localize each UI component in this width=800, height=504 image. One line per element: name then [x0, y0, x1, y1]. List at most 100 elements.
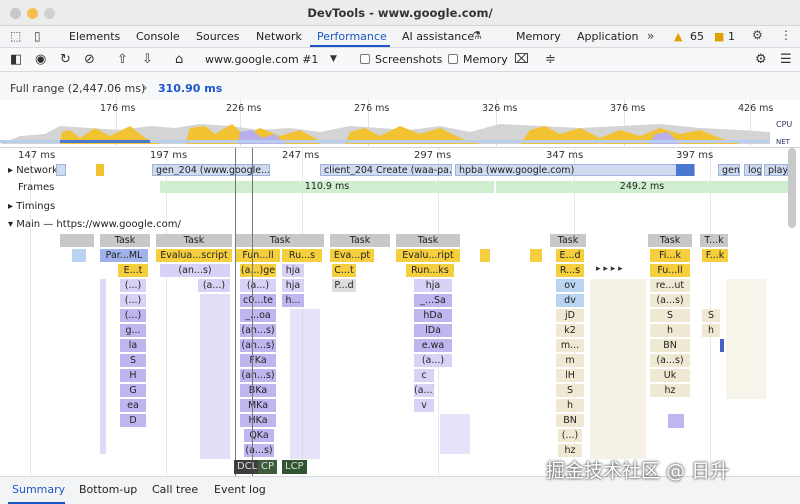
flame-entry[interactable]: hja	[282, 279, 304, 292]
flame-entry[interactable]: dv	[556, 294, 584, 307]
flame-entry[interactable]: lH	[556, 369, 584, 382]
flame-entry[interactable]: (an...s)	[160, 264, 230, 277]
timings-track-toggle[interactable]: ▸ Timings	[8, 201, 55, 212]
flame-entry[interactable]: ov	[556, 279, 584, 292]
full-range-breadcrumb[interactable]: Full range (2,447.06 ms)	[10, 82, 145, 95]
flame-entry[interactable]: re...ut	[650, 279, 690, 292]
flame-chart[interactable]: 147 ms 197 ms 247 ms 297 ms 347 ms 397 m…	[0, 148, 800, 476]
flame-entry[interactable]: h	[556, 399, 584, 412]
flame-entry[interactable]: h	[702, 324, 720, 337]
frame[interactable]: 110.9 ms	[160, 181, 494, 193]
flame-entry[interactable]: Eva...pt	[330, 249, 374, 262]
more-tabs-icon[interactable]: »	[647, 29, 654, 43]
flame-entry[interactable]: _...Sa	[414, 294, 452, 307]
flame-entry[interactable]: (a...)	[414, 354, 452, 367]
screenshots-checkbox[interactable]	[360, 54, 370, 64]
flame-entry[interactable]: S	[650, 309, 690, 322]
upload-icon[interactable]: ⇧	[117, 52, 128, 67]
flame-entry[interactable]: R...s	[556, 264, 584, 277]
flame-entry[interactable]: lDa	[414, 324, 452, 337]
issues-count[interactable]: 1	[728, 30, 735, 43]
lcp-marker[interactable]: LCP	[282, 460, 307, 474]
more-options-icon[interactable]: ⋮	[780, 28, 792, 42]
vertical-scrollbar[interactable]	[788, 148, 796, 228]
tab-memory[interactable]: Memory	[516, 30, 561, 43]
tab-elements[interactable]: Elements	[69, 30, 120, 43]
flame-entry[interactable]: E...d	[556, 249, 584, 262]
sidebar-toggle-icon[interactable]: ◧	[10, 52, 22, 67]
flame-entry[interactable]: F...k	[702, 249, 728, 262]
flame-entry[interactable]: k2	[556, 324, 584, 337]
flame-entry-task[interactable]: T...k	[700, 234, 728, 247]
tab-event-log[interactable]: Event log	[214, 483, 266, 496]
flame-entry[interactable]: v	[414, 399, 434, 412]
main-track-toggle[interactable]: ▾ Main — https://www.google.com/	[8, 219, 181, 230]
flame-entry-task[interactable]: Task	[396, 234, 460, 247]
flame-entry[interactable]	[440, 414, 470, 454]
flame-entry[interactable]: (...)	[558, 429, 582, 442]
flame-entry[interactable]: (a...s)	[650, 354, 690, 367]
network-request[interactable]: log	[744, 164, 762, 176]
flame-entry[interactable]: m...	[556, 339, 584, 352]
flame-entry[interactable]: m	[556, 354, 584, 367]
flame-entry[interactable]	[726, 279, 766, 399]
flame-entry[interactable]	[60, 234, 94, 247]
flame-entry-task[interactable]: Task	[100, 234, 150, 247]
network-request-highlight[interactable]	[676, 164, 694, 176]
cp-marker[interactable]: CP	[258, 460, 278, 474]
flame-entry[interactable]: Evalu...ript	[396, 249, 460, 262]
tab-application[interactable]: Application	[577, 30, 638, 43]
flame-entry[interactable]: hz	[650, 384, 690, 397]
capture-settings-icon[interactable]: ≑	[545, 52, 556, 67]
flame-entry[interactable]	[668, 414, 684, 428]
timeline-overview[interactable]: 176 ms 226 ms 276 ms 326 ms 376 ms 426 m…	[0, 100, 800, 148]
flame-entry[interactable]: Ru...s	[282, 249, 322, 262]
settings-gear-icon[interactable]: ⚙	[752, 28, 763, 42]
selected-range-breadcrumb[interactable]: 310.90 ms	[158, 82, 222, 95]
selection-range-overlay[interactable]	[235, 148, 253, 476]
warnings-count[interactable]: 65	[690, 30, 704, 43]
flame-entry[interactable]: g...	[120, 324, 146, 337]
flame-entry[interactable]: H	[120, 369, 146, 382]
network-request[interactable]: client_204 Create (waa-pa...	[320, 164, 452, 176]
tab-summary[interactable]: Summary	[12, 483, 65, 496]
network-request[interactable]: gen_20	[718, 164, 740, 176]
flame-entry[interactable]: (...)	[120, 309, 146, 322]
clear-icon[interactable]: ⊘	[84, 52, 95, 67]
frame[interactable]: 249.2 ms	[496, 181, 788, 193]
flame-entry[interactable]: hja	[282, 264, 304, 277]
tab-sources[interactable]: Sources	[196, 30, 240, 43]
flame-entry[interactable]: (a...)	[414, 384, 434, 397]
flame-entry[interactable]: Fi...k	[650, 249, 690, 262]
broom-icon[interactable]: ⌧	[514, 52, 529, 67]
gear-icon[interactable]: ⚙	[755, 52, 767, 67]
tab-console[interactable]: Console	[136, 30, 180, 43]
flame-entry[interactable]	[720, 339, 724, 352]
flame-entry-task[interactable]: Task	[330, 234, 390, 247]
flame-entry[interactable]: (...)	[120, 294, 146, 307]
tab-network[interactable]: Network	[256, 30, 302, 43]
flame-entry[interactable]: Fu...ll	[650, 264, 690, 277]
flame-entry[interactable]: C...t	[332, 264, 356, 277]
network-request[interactable]: hpba (www.google.com)	[455, 164, 695, 176]
dcl-marker[interactable]: DCL	[234, 460, 261, 474]
flame-entry[interactable]	[530, 249, 542, 262]
tab-call-tree[interactable]: Call tree	[152, 483, 198, 496]
flame-entry[interactable]: BN	[556, 414, 584, 427]
flame-entry[interactable]: Uk	[650, 369, 690, 382]
flame-entry[interactable]	[480, 249, 490, 262]
flame-entry[interactable]	[590, 279, 646, 459]
flame-entry[interactable]: h...	[282, 294, 304, 307]
flame-entry-task[interactable]: Task	[156, 234, 232, 247]
download-icon[interactable]: ⇩	[142, 52, 153, 67]
flame-entry[interactable]: S	[120, 354, 146, 367]
tab-ai-assistance[interactable]: AI assistance	[402, 30, 474, 43]
flame-entry[interactable]: P...d	[332, 279, 356, 292]
network-track-toggle[interactable]: ▸ Network	[8, 165, 58, 176]
device-toolbar-icon[interactable]: ▯	[34, 29, 41, 43]
flame-entry-parse-html[interactable]: Par...ML	[100, 249, 148, 262]
flame-entry[interactable]: hDa	[414, 309, 452, 322]
network-request[interactable]	[56, 164, 66, 176]
flame-entry-task[interactable]: Task	[550, 234, 586, 247]
home-icon[interactable]: ⌂	[175, 52, 183, 67]
